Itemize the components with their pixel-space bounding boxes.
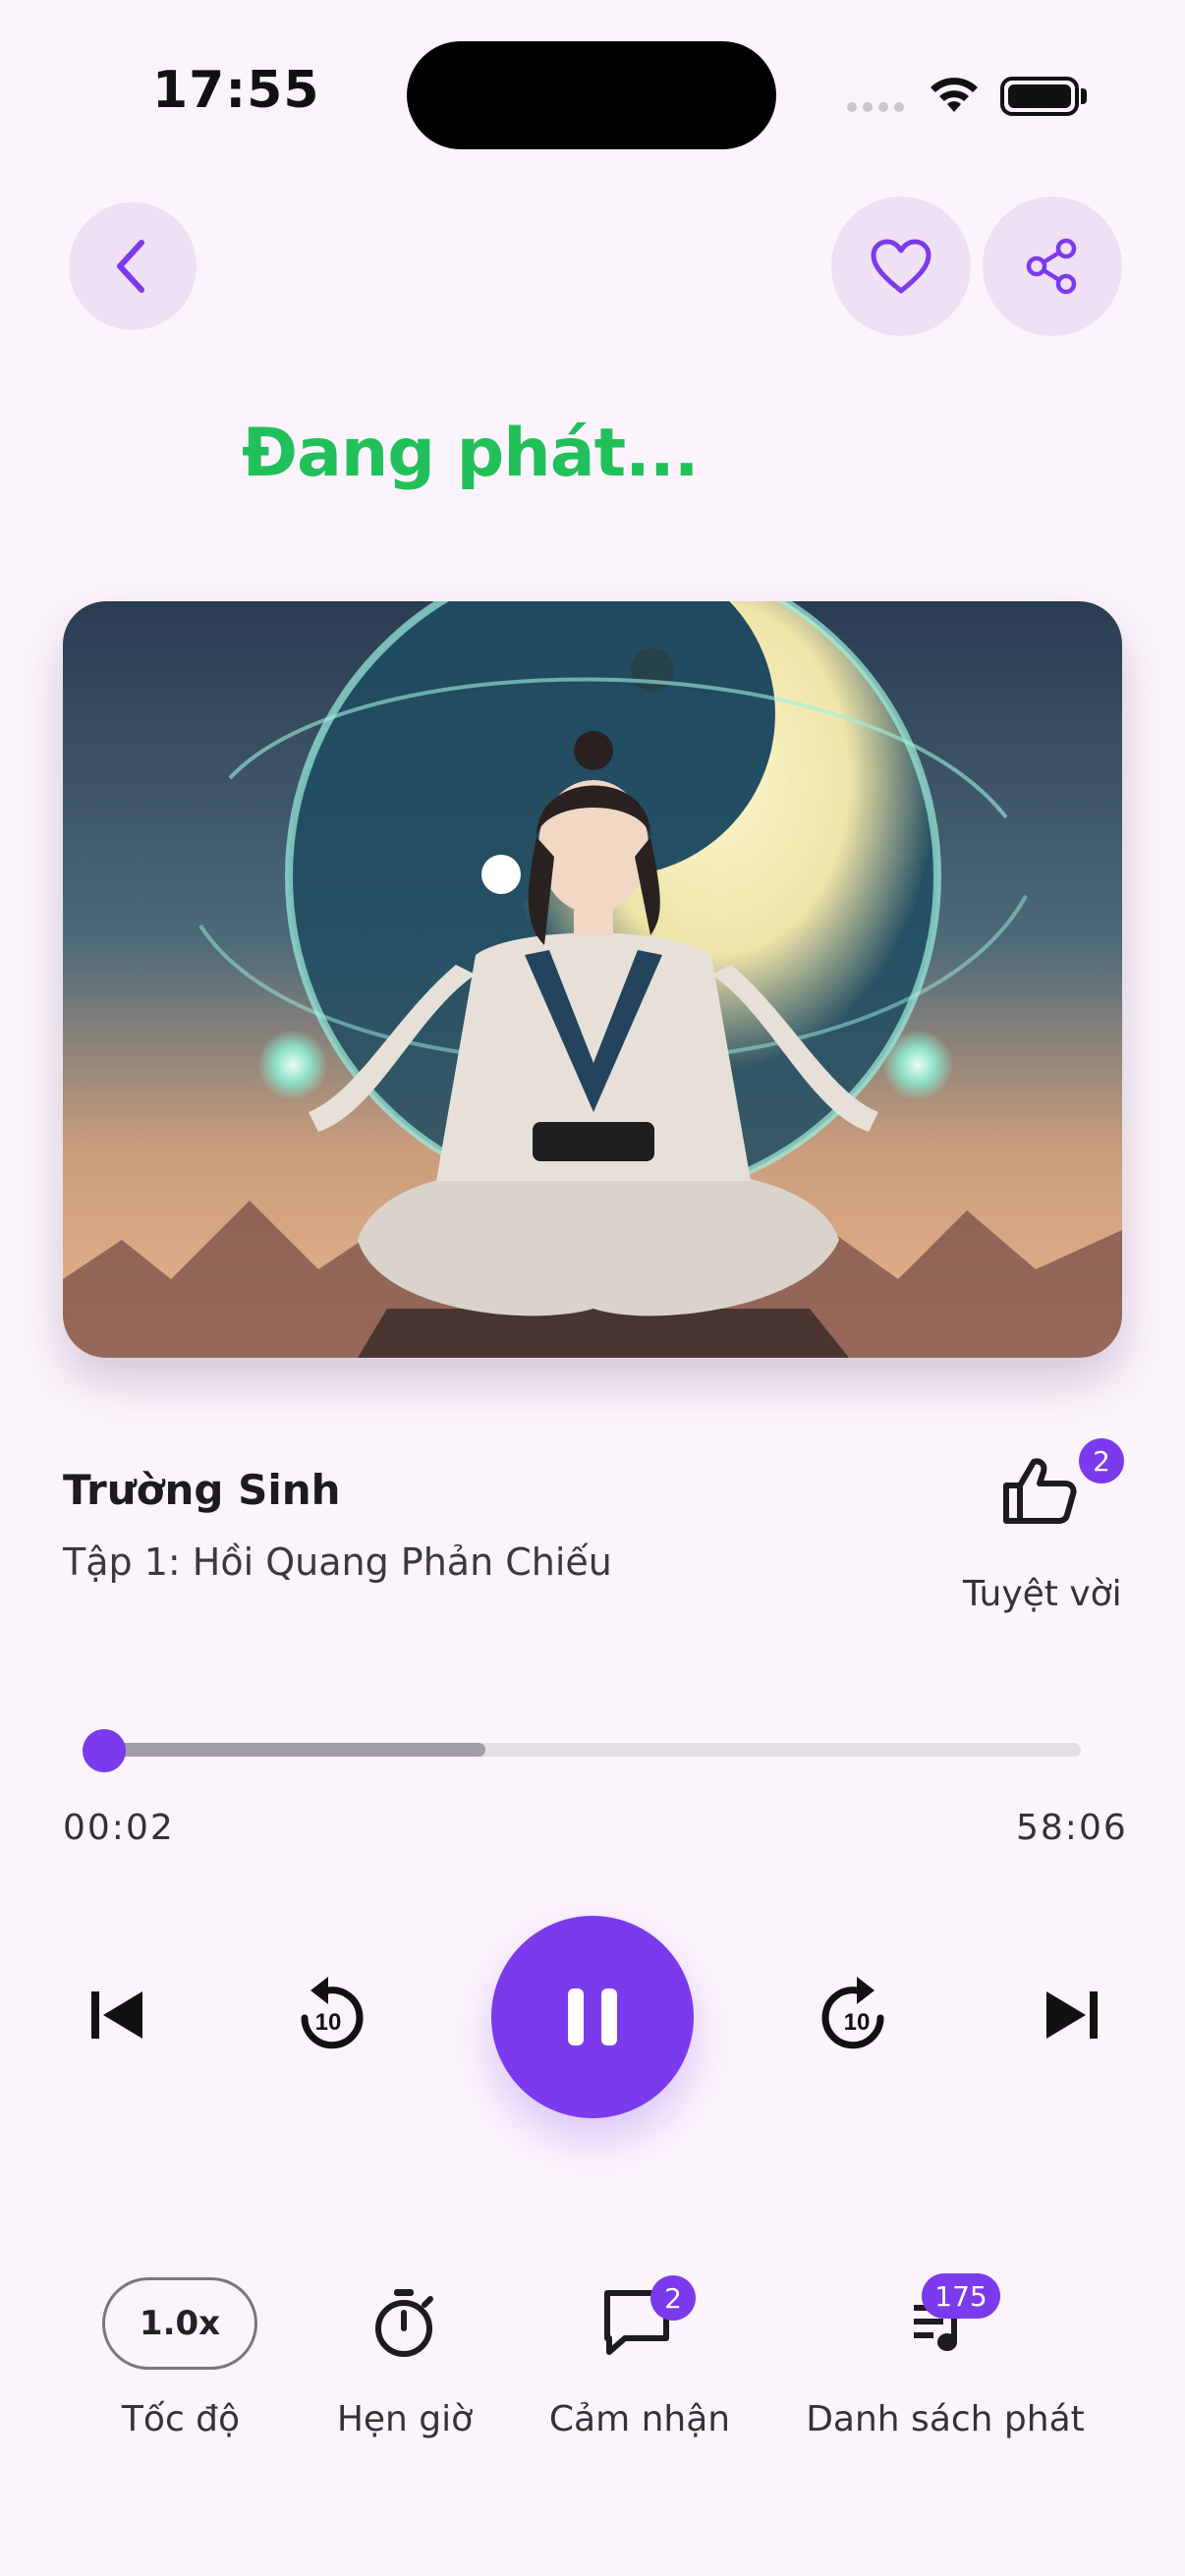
back-button[interactable] xyxy=(69,202,197,330)
cover-artwork xyxy=(63,601,1122,1358)
comments-count-badge: 2 xyxy=(650,2275,696,2321)
speed-button[interactable]: 1.0x xyxy=(102,2277,257,2370)
like-label: Tuyệt vời xyxy=(963,1574,1122,1614)
skip-next-icon xyxy=(1046,1991,1098,2039)
episode-title: Tập 1: Hồi Quang Phản Chiếu xyxy=(63,1540,612,1584)
progress-thumb[interactable] xyxy=(83,1729,126,1772)
forward-10-button[interactable]: 10 xyxy=(808,1957,906,2067)
cellular-signal-icon xyxy=(847,102,904,112)
rewind-10-button[interactable]: 10 xyxy=(279,1957,377,2067)
forward-10-icon: 10 xyxy=(821,1977,884,2049)
timer-label: Hẹn giờ xyxy=(336,2399,474,2439)
replay-10-icon: 10 xyxy=(301,1977,364,2049)
pause-button[interactable] xyxy=(491,1916,694,2118)
share-icon xyxy=(1026,238,1077,295)
favorite-button[interactable] xyxy=(831,196,971,336)
next-button[interactable] xyxy=(1028,1963,1116,2067)
pause-icon xyxy=(568,1988,617,2045)
total-time: 58:06 xyxy=(1016,1808,1128,1848)
comments-label: Cảm nhận xyxy=(548,2399,731,2439)
heart-icon xyxy=(871,239,931,294)
previous-button[interactable] xyxy=(73,1963,161,2067)
playlist-count-badge: 175 xyxy=(922,2273,1000,2319)
speed-label: Tốc độ xyxy=(121,2399,241,2439)
battery-cap xyxy=(1081,88,1087,104)
progress-buffered xyxy=(104,1743,485,1757)
chevron-left-icon xyxy=(117,240,144,293)
playlist-label: Danh sách phát xyxy=(806,2399,1085,2439)
wifi-icon xyxy=(926,73,983,120)
book-title: Trường Sinh xyxy=(63,1466,341,1514)
now-playing-label: Đang phát... xyxy=(242,415,700,492)
rewind-seconds: 10 xyxy=(315,2009,342,2036)
dynamic-island xyxy=(407,41,776,149)
forward-seconds: 10 xyxy=(844,2009,871,2036)
current-time: 00:02 xyxy=(63,1808,175,1848)
status-time: 17:55 xyxy=(152,61,320,120)
skip-previous-icon xyxy=(91,1991,142,2039)
thumbs-up-icon[interactable] xyxy=(1000,1456,1077,1529)
timer-icon[interactable] xyxy=(369,2287,438,2364)
like-count-badge: 2 xyxy=(1079,1438,1124,1484)
share-button[interactable] xyxy=(983,196,1122,336)
battery-icon xyxy=(1000,77,1079,116)
